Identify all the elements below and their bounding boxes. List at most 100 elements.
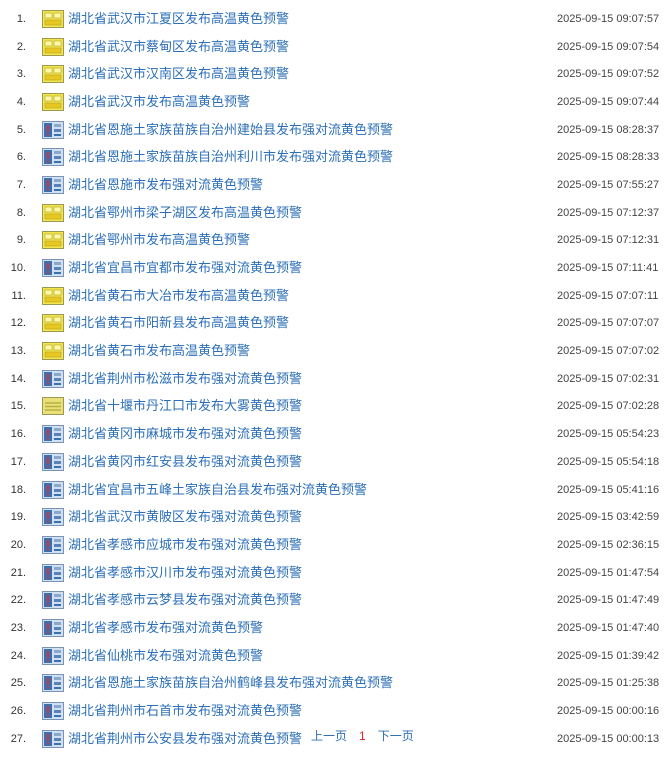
heat-warning-icon[interactable] [42,65,64,84]
alert-time: 2025-09-15 00:00:16 [557,705,660,718]
alert-title-link[interactable]: 湖北省黄石市阳新县发布高温黄色预警 [68,314,289,332]
alert-time: 2025-09-15 08:28:33 [557,151,660,164]
alert-time: 2025-09-15 01:25:38 [557,677,660,690]
heat-warning-icon[interactable] [42,314,64,333]
convection-warning-icon[interactable] [42,563,64,582]
alert-row: 2. 湖北省武汉市蔡甸区发布高温黄色预警 2025-09-15 09:07:54 [0,33,668,61]
convection-warning-icon[interactable] [42,120,64,139]
alert-index: 10. [10,262,26,275]
alert-title-link[interactable]: 湖北省孝感市发布强对流黄色预警 [68,619,263,637]
heat-warning-icon[interactable] [42,9,64,28]
alert-title-link[interactable]: 湖北省黄冈市麻城市发布强对流黄色预警 [68,425,302,443]
convection-warning-icon[interactable] [42,674,64,693]
next-page-link[interactable]: 下一页 [378,729,414,743]
convection-warning-icon[interactable] [42,175,64,194]
heat-warning-icon[interactable] [42,231,64,250]
alert-row: 6. 湖北省恩施土家族苗族自治州利川市发布强对流黄色预警 2025-09-15 08… [0,143,668,171]
alert-title-link[interactable]: 湖北省黄石市发布高温黄色预警 [68,342,250,360]
alert-title-link[interactable]: 湖北省武汉市发布高温黄色预警 [68,93,250,111]
alert-time: 2025-09-15 03:42:59 [557,511,660,524]
alert-title-link[interactable]: 湖北省孝感市汉川市发布强对流黄色预警 [68,564,302,582]
alert-time: 2025-09-15 09:07:44 [557,95,660,108]
alert-index: 20. [10,538,26,551]
alert-row: 11. 湖北省黄石市大冶市发布高温黄色预警 2025-09-15 07:07:11 [0,282,668,310]
alert-index: 24. [10,649,26,662]
fog-warning-icon[interactable] [42,397,64,416]
alert-row: 16. 湖北省黄冈市麻城市发布强对流黄色预警 2025-09-15 05:54:23 [0,420,668,448]
alert-title-link[interactable]: 湖北省宜昌市五峰土家族自治县发布强对流黄色预警 [68,481,367,499]
alert-index: 3. [16,68,26,81]
alert-title-link[interactable]: 湖北省鄂州市发布高温黄色预警 [68,231,250,249]
alert-row: 7. 湖北省恩施市发布强对流黄色预警 2025-09-15 07:55:27 [0,171,668,199]
alert-index: 12. [10,317,26,330]
convection-warning-icon[interactable] [42,702,64,721]
alert-index: 6. [16,151,26,164]
alert-title-link[interactable]: 湖北省恩施土家族苗族自治州鹤峰县发布强对流黄色预警 [68,674,393,692]
alert-title-link[interactable]: 湖北省恩施土家族苗族自治州建始县发布强对流黄色预警 [68,121,393,139]
alert-index: 2. [16,40,26,53]
alert-time: 2025-09-15 05:54:18 [557,455,660,468]
alert-row: 15. 湖北省十堰市丹江口市发布大雾黄色预警 2025-09-15 07:02:28 [0,393,668,421]
alert-row: 8. 湖北省鄂州市梁子湖区发布高温黄色预警 2025-09-15 07:12:37 [0,199,668,227]
heat-warning-icon[interactable] [42,92,64,111]
convection-warning-icon[interactable] [42,369,64,388]
convection-warning-icon[interactable] [42,508,64,527]
alert-title-link[interactable]: 湖北省孝感市应城市发布强对流黄色预警 [68,536,302,554]
alert-title-link[interactable]: 湖北省十堰市丹江口市发布大雾黄色预警 [68,397,302,415]
alert-time: 2025-09-15 01:39:42 [557,649,660,662]
alert-row: 19. 湖北省武汉市黄陂区发布强对流黄色预警 2025-09-15 03:42:59 [0,503,668,531]
alert-time: 2025-09-15 08:28:37 [557,123,660,136]
alert-index: 22. [10,594,26,607]
convection-warning-icon[interactable] [42,535,64,554]
alert-title-link[interactable]: 湖北省孝感市云梦县发布强对流黄色预警 [68,591,302,609]
alert-title-link[interactable]: 湖北省宜昌市宜都市发布强对流黄色预警 [68,259,302,277]
alert-title-link[interactable]: 湖北省恩施市发布强对流黄色预警 [68,176,263,194]
alert-row: 1. 湖北省武汉市江夏区发布高温黄色预警 2025-09-15 09:07:57 [0,5,668,33]
alert-index: 9. [16,234,26,247]
convection-warning-icon[interactable] [42,425,64,444]
alert-index: 15. [10,400,26,413]
alert-row: 20. 湖北省孝感市应城市发布强对流黄色预警 2025-09-15 02:36:15 [0,531,668,559]
alert-title-link[interactable]: 湖北省荆州市松滋市发布强对流黄色预警 [68,370,302,388]
alert-index: 18. [10,483,26,496]
alert-row: 14. 湖北省荆州市松滋市发布强对流黄色预警 2025-09-15 07:02:31 [0,365,668,393]
alert-title-link[interactable]: 湖北省武汉市黄陂区发布强对流黄色预警 [68,508,302,526]
convection-warning-icon[interactable] [42,618,64,637]
alert-title-link[interactable]: 湖北省鄂州市梁子湖区发布高温黄色预警 [68,204,302,222]
alert-index: 23. [10,621,26,634]
convection-warning-icon[interactable] [42,452,64,471]
convection-warning-icon[interactable] [42,646,64,665]
alert-index: 11. [11,289,26,302]
convection-warning-icon[interactable] [42,591,64,610]
alert-row: 9. 湖北省鄂州市发布高温黄色预警 2025-09-15 07:12:31 [0,227,668,255]
alert-title-link[interactable]: 湖北省武汉市蔡甸区发布高温黄色预警 [68,38,289,56]
alert-time: 2025-09-15 09:07:54 [557,40,660,53]
convection-warning-icon[interactable] [42,148,64,167]
heat-warning-icon[interactable] [42,342,64,361]
heat-warning-icon[interactable] [42,37,64,56]
alert-time: 2025-09-15 00:00:13 [557,732,660,745]
alert-index: 1. [16,12,26,25]
alert-title-link[interactable]: 湖北省武汉市江夏区发布高温黄色预警 [68,10,289,28]
alert-row: 18. 湖北省宜昌市五峰土家族自治县发布强对流黄色预警 2025-09-15 05:… [0,476,668,504]
alert-index: 5. [16,123,26,136]
convection-warning-icon[interactable] [42,259,64,278]
alert-title-link[interactable]: 湖北省仙桃市发布强对流黄色预警 [68,647,263,665]
alert-title-link[interactable]: 湖北省黄冈市红安县发布强对流黄色预警 [68,453,302,471]
alert-title-link[interactable]: 湖北省荆州市公安县发布强对流黄色预警 [68,730,302,748]
alert-title-link[interactable]: 湖北省荆州市石首市发布强对流黄色预警 [68,702,302,720]
prev-page-link[interactable]: 上一页 [311,729,347,743]
heat-warning-icon[interactable] [42,286,64,305]
alert-time: 2025-09-15 07:12:37 [557,206,660,219]
convection-warning-icon[interactable] [42,480,64,499]
alert-title-link[interactable]: 湖北省恩施土家族苗族自治州利川市发布强对流黄色预警 [68,148,393,166]
alert-row: 21. 湖北省孝感市汉川市发布强对流黄色预警 2025-09-15 01:47:54 [0,559,668,587]
alert-time: 2025-09-15 09:07:52 [557,68,660,81]
current-page-number[interactable]: 1 [359,729,366,743]
alert-index: 13. [10,345,26,358]
alert-title-link[interactable]: 湖北省武汉市汉南区发布高温黄色预警 [68,65,289,83]
alert-row: 25. 湖北省恩施土家族苗族自治州鹤峰县发布强对流黄色预警 2025-09-15 0… [0,670,668,698]
convection-warning-icon[interactable] [42,729,64,748]
alert-title-link[interactable]: 湖北省黄石市大冶市发布高温黄色预警 [68,287,289,305]
heat-warning-icon[interactable] [42,203,64,222]
